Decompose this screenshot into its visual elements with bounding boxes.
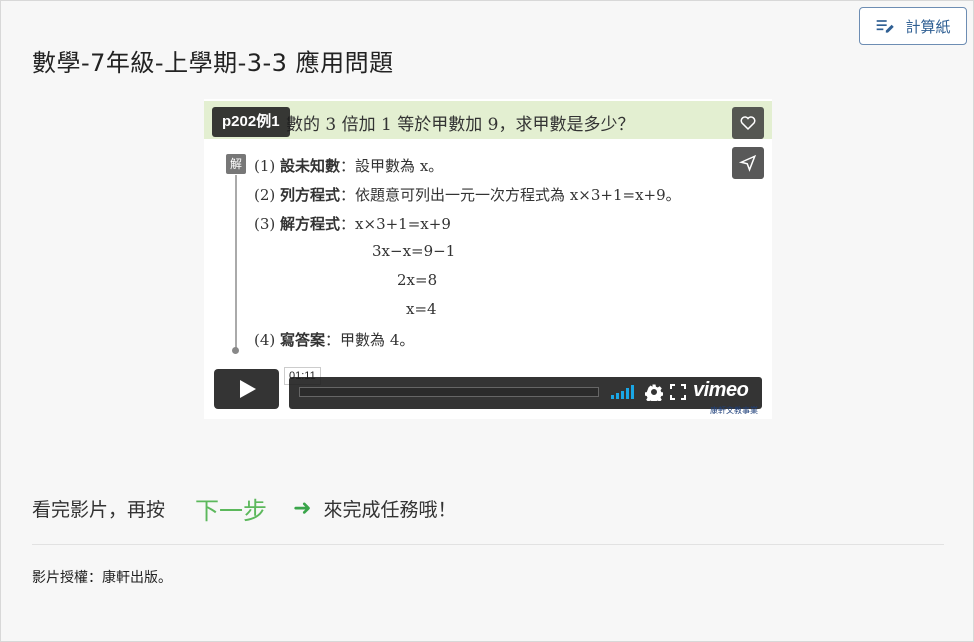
equation-line: 3x−x=9−1 xyxy=(372,242,456,260)
instruction-text-after: 來完成任務哦！ xyxy=(323,499,457,521)
heart-icon xyxy=(740,116,756,131)
vimeo-logo[interactable]: vimeo xyxy=(693,379,749,402)
copyright-note: 影片授權：康軒出版。 xyxy=(32,570,172,586)
equation-line: x=4 xyxy=(406,300,437,318)
solution-icon: 解 xyxy=(226,154,246,174)
solution-guide-dot xyxy=(232,347,239,354)
solution-guide-line xyxy=(235,175,237,351)
like-button[interactable] xyxy=(732,107,764,139)
play-icon xyxy=(239,380,256,398)
player-control-bar: vimeo xyxy=(289,377,762,409)
play-button[interactable] xyxy=(214,369,279,409)
question-text: 數的 3 倍加 1 等於甲數加 9，求甲數是多少？ xyxy=(286,115,635,135)
send-icon xyxy=(739,154,757,172)
video-player[interactable]: 數的 3 倍加 1 等於甲數加 9，求甲數是多少？ p202例1 解 (1) 設… xyxy=(204,99,772,419)
equation-line: 2x=8 xyxy=(397,271,438,289)
edit-note-icon xyxy=(877,20,895,33)
volume-icon[interactable] xyxy=(611,385,634,399)
solution-step: (1) 設未知數：設甲數為 x。 xyxy=(254,157,444,175)
solution-step: (4) 寫答案：甲數為 4。 xyxy=(254,331,415,349)
arrow-right-icon: ➜ xyxy=(293,496,312,521)
instruction-text-before: 看完影片，再按 xyxy=(32,499,166,521)
next-step-link[interactable]: 下一步 xyxy=(195,491,267,526)
progress-bar[interactable] xyxy=(299,387,599,397)
gear-icon[interactable] xyxy=(645,383,663,401)
solution-step: (3) 解方程式：x×3+1=x+9 xyxy=(254,215,451,233)
share-button[interactable] xyxy=(732,147,764,179)
divider xyxy=(32,544,944,545)
calculator-paper-label: 計算紙 xyxy=(905,18,951,36)
fullscreen-icon[interactable] xyxy=(670,384,686,400)
instruction-line: 看完影片，再按 下一步 ➜ 來完成任務哦！ xyxy=(32,491,456,526)
page-title: 數學-7年級-上學期-3-3 應用問題 xyxy=(32,49,394,77)
video-title-badge[interactable]: p202例1 xyxy=(212,107,290,137)
solution-step: (2) 列方程式：依題意可列出一元一次方程式為 x×3+1=x+9。 xyxy=(254,186,681,204)
publisher-watermark: 康軒文教事業 xyxy=(710,406,758,415)
calculator-paper-button[interactable]: 計算紙 xyxy=(859,7,967,45)
